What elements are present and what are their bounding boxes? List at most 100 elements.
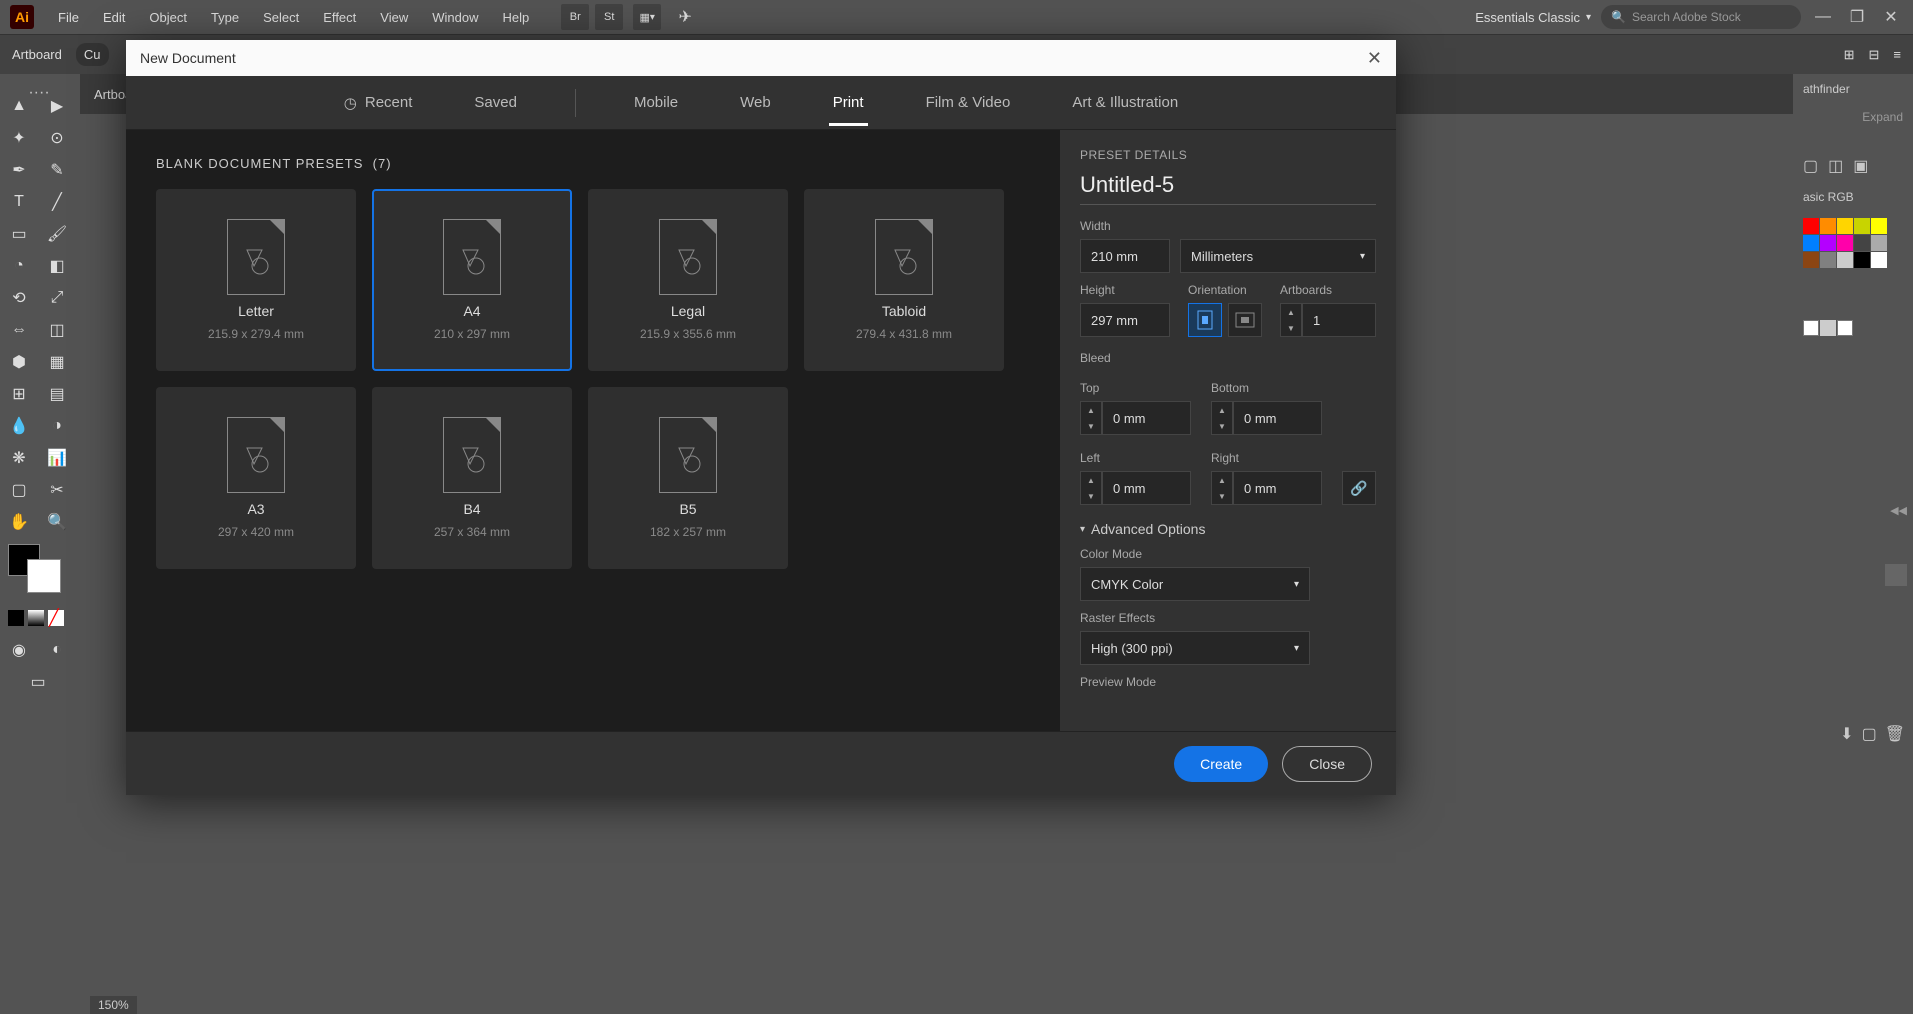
swatch[interactable] bbox=[1820, 218, 1836, 234]
swatch[interactable] bbox=[1820, 235, 1836, 251]
menu-view[interactable]: View bbox=[368, 4, 420, 31]
step-down-icon[interactable]: ▼ bbox=[1281, 320, 1301, 336]
artboards-input[interactable]: 1 bbox=[1302, 303, 1376, 337]
tab-recent[interactable]: ◷Recent bbox=[340, 79, 417, 127]
workspace-switcher[interactable]: Essentials Classic▾ bbox=[1475, 10, 1591, 25]
panel-icon[interactable]: ▣ bbox=[1853, 156, 1868, 176]
menu-select[interactable]: Select bbox=[251, 4, 311, 31]
tab-mobile[interactable]: Mobile bbox=[630, 79, 682, 126]
swatch[interactable] bbox=[1803, 320, 1819, 336]
tab-print[interactable]: Print bbox=[829, 79, 868, 126]
graph-tool[interactable]: 📊 bbox=[38, 442, 76, 474]
trash-icon[interactable]: ⬇ bbox=[1840, 724, 1853, 744]
scale-tool[interactable]: ⤢ bbox=[38, 282, 76, 314]
fill-stroke-swatch[interactable] bbox=[8, 544, 40, 576]
delete-icon[interactable]: 🗑 bbox=[1885, 724, 1905, 744]
screen-mode-icon[interactable]: ◐ bbox=[38, 634, 76, 666]
step-up-icon[interactable]: ▲ bbox=[1281, 304, 1301, 320]
tab-saved[interactable]: Saved bbox=[470, 79, 521, 126]
swatch[interactable] bbox=[1871, 235, 1887, 251]
options-icon[interactable]: ≡ bbox=[1893, 47, 1901, 63]
new-icon[interactable]: ▢ bbox=[1862, 724, 1877, 744]
units-dropdown[interactable]: Millimeters▾ bbox=[1180, 239, 1376, 273]
swatch[interactable] bbox=[1837, 218, 1853, 234]
bleed-top-stepper[interactable]: ▲▼ bbox=[1080, 401, 1102, 435]
magic-wand-tool[interactable]: ✦ bbox=[0, 122, 38, 154]
menu-edit[interactable]: Edit bbox=[91, 4, 137, 31]
arrange-docs-icon[interactable]: ▦▾ bbox=[633, 4, 661, 30]
control-field[interactable]: Cu bbox=[76, 43, 109, 66]
tab-web[interactable]: Web bbox=[736, 79, 775, 126]
tab-art-illustration[interactable]: Art & Illustration bbox=[1068, 79, 1182, 126]
swatch[interactable] bbox=[1871, 252, 1887, 268]
swatch[interactable] bbox=[1871, 218, 1887, 234]
swatch[interactable] bbox=[1854, 235, 1870, 251]
bleed-left-input[interactable]: 0 mm bbox=[1102, 471, 1191, 505]
panel-icon[interactable]: ◫ bbox=[1828, 156, 1843, 176]
bleed-link-toggle[interactable]: 🔗 bbox=[1342, 471, 1376, 505]
publish-icon[interactable]: ✈ bbox=[671, 4, 699, 30]
stock-icon[interactable]: St bbox=[595, 4, 623, 30]
artboards-stepper[interactable]: ▲▼ bbox=[1280, 303, 1302, 337]
dialog-close-button[interactable]: ✕ bbox=[1367, 48, 1382, 69]
rotate-tool[interactable]: ⟲ bbox=[0, 282, 38, 314]
free-transform-tool[interactable]: ◫ bbox=[38, 314, 76, 346]
preset-card-letter[interactable]: Letter 215.9 x 279.4 mm bbox=[156, 189, 356, 371]
width-tool[interactable]: ⇔ bbox=[0, 314, 38, 346]
menu-effect[interactable]: Effect bbox=[311, 4, 368, 31]
draw-mode-icon[interactable]: ◉ bbox=[0, 634, 38, 666]
symbol-sprayer-tool[interactable]: ❋ bbox=[0, 442, 38, 474]
bleed-top-input[interactable]: 0 mm bbox=[1102, 401, 1191, 435]
eyedropper-tool[interactable]: 💧 bbox=[0, 410, 38, 442]
color-mode-dropdown[interactable]: CMYK Color▾ bbox=[1080, 567, 1310, 601]
tab-film-video[interactable]: Film & Video bbox=[922, 79, 1015, 126]
distribute-icon[interactable]: ⊟ bbox=[1869, 47, 1880, 63]
swatches-panel-tab[interactable]: asic RGB bbox=[1793, 182, 1913, 212]
swatch[interactable] bbox=[1837, 235, 1853, 251]
artboard-tool[interactable]: ▢ bbox=[0, 474, 38, 506]
change-screen-mode[interactable]: ▭ bbox=[0, 666, 76, 698]
swatch[interactable] bbox=[1837, 252, 1853, 268]
width-input[interactable]: 210 mm bbox=[1080, 239, 1170, 273]
eraser-tool[interactable]: ◧ bbox=[38, 250, 76, 282]
gradient-mode-swatch[interactable] bbox=[28, 610, 44, 626]
window-close[interactable]: ✕ bbox=[1879, 9, 1903, 25]
slice-tool[interactable]: ✂ bbox=[38, 474, 76, 506]
swatch[interactable] bbox=[1837, 320, 1853, 336]
bleed-bottom-stepper[interactable]: ▲▼ bbox=[1211, 401, 1233, 435]
orientation-landscape[interactable] bbox=[1228, 303, 1262, 337]
curvature-tool[interactable]: ✎ bbox=[38, 154, 76, 186]
swatch[interactable] bbox=[1803, 218, 1819, 234]
orientation-portrait[interactable] bbox=[1188, 303, 1222, 337]
color-mode-swatch[interactable] bbox=[8, 610, 24, 626]
none-mode-swatch[interactable]: ╱ bbox=[48, 610, 64, 626]
menu-window[interactable]: Window bbox=[420, 4, 490, 31]
swatch[interactable] bbox=[1820, 320, 1836, 336]
stock-search[interactable]: 🔍Search Adobe Stock bbox=[1601, 5, 1801, 29]
shaper-tool[interactable]: ◔ bbox=[0, 250, 38, 282]
preset-card-a4[interactable]: A4 210 x 297 mm bbox=[372, 189, 572, 371]
bleed-right-input[interactable]: 0 mm bbox=[1233, 471, 1322, 505]
bridge-icon[interactable]: Br bbox=[561, 4, 589, 30]
preset-card-b5[interactable]: B5 182 x 257 mm bbox=[588, 387, 788, 569]
menu-help[interactable]: Help bbox=[490, 4, 541, 31]
mesh-tool[interactable]: ⊞ bbox=[0, 378, 38, 410]
swatch[interactable] bbox=[1854, 252, 1870, 268]
raster-effects-dropdown[interactable]: High (300 ppi)▾ bbox=[1080, 631, 1310, 665]
pathfinder-panel-tab[interactable]: athfinder bbox=[1793, 74, 1913, 104]
align-icon[interactable]: ⊞ bbox=[1844, 47, 1855, 63]
preset-card-a3[interactable]: A3 297 x 420 mm bbox=[156, 387, 356, 569]
advanced-options-toggle[interactable]: ▾Advanced Options bbox=[1080, 521, 1376, 537]
zoom-tool[interactable]: 🔍 bbox=[38, 506, 76, 538]
perspective-tool[interactable]: ▦ bbox=[38, 346, 76, 378]
gradient-tool[interactable]: ▤ bbox=[38, 378, 76, 410]
swatch[interactable] bbox=[1820, 252, 1836, 268]
hand-tool[interactable]: ✋ bbox=[0, 506, 38, 538]
selection-tool[interactable]: ▲ bbox=[0, 90, 38, 122]
expand-button[interactable]: Expand bbox=[1793, 104, 1913, 130]
preset-card-legal[interactable]: Legal 215.9 x 355.6 mm bbox=[588, 189, 788, 371]
document-name-field[interactable]: Untitled-5 bbox=[1080, 172, 1376, 205]
blend-tool[interactable]: ◑ bbox=[38, 410, 76, 442]
close-button[interactable]: Close bbox=[1282, 746, 1372, 782]
swatch[interactable] bbox=[1854, 218, 1870, 234]
